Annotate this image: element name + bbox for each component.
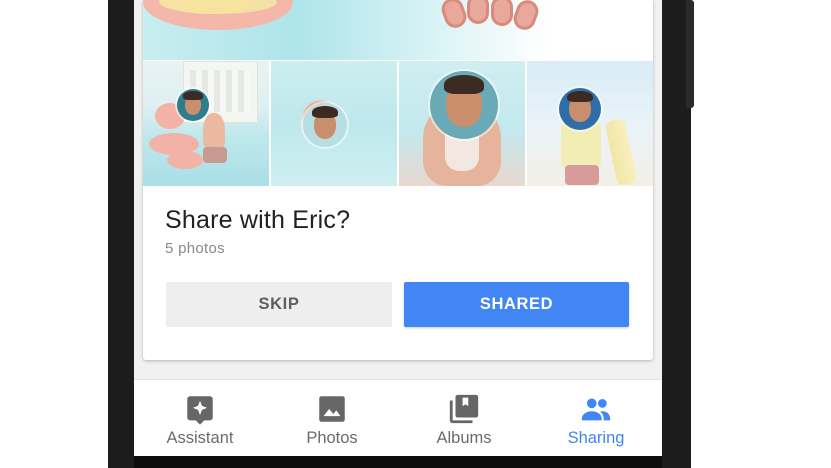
nav-item-sharing[interactable]: Sharing bbox=[530, 380, 662, 457]
sharing-icon bbox=[581, 398, 611, 421]
share-title: Share with Eric? bbox=[165, 206, 351, 234]
skip-button[interactable]: SKIP bbox=[166, 282, 392, 327]
photo-thumbnail[interactable] bbox=[399, 61, 525, 186]
shorts-shape bbox=[565, 165, 599, 185]
albums-icon bbox=[449, 394, 479, 424]
umbrella-shape bbox=[604, 117, 638, 186]
shared-button[interactable]: SHARED bbox=[404, 282, 629, 327]
phone-bottom-bezel bbox=[134, 456, 662, 468]
nav-item-assistant[interactable]: Assistant bbox=[134, 380, 266, 457]
face-highlight-icon bbox=[177, 89, 209, 121]
bottom-navigation: Assistant Photos Albums Sharing bbox=[134, 379, 662, 456]
phone-side-button bbox=[686, 0, 694, 108]
photo-thumbnail[interactable] bbox=[271, 61, 397, 186]
nav-item-photos[interactable]: Photos bbox=[266, 380, 398, 457]
photo-thumbnail[interactable] bbox=[527, 61, 653, 186]
stage: Share with Eric? 5 photos SKIP SHARED As… bbox=[0, 0, 831, 468]
nav-label: Assistant bbox=[166, 429, 234, 447]
shorts-shape bbox=[203, 147, 227, 163]
octopus-float-decoration bbox=[438, 0, 542, 33]
photo-count: 5 photos bbox=[165, 240, 225, 257]
face-highlight-icon bbox=[430, 71, 498, 139]
face-highlight-icon bbox=[559, 88, 601, 130]
person-shape bbox=[203, 113, 225, 151]
nav-item-albums[interactable]: Albums bbox=[398, 380, 530, 457]
photo-thumbnails bbox=[143, 61, 653, 186]
nav-label: Albums bbox=[436, 429, 492, 447]
photos-icon bbox=[319, 396, 345, 422]
assistant-icon bbox=[187, 396, 213, 425]
photo-thumbnail[interactable] bbox=[143, 61, 269, 186]
nav-label: Sharing bbox=[567, 429, 625, 447]
face-highlight-icon bbox=[303, 103, 347, 147]
nav-label: Photos bbox=[306, 429, 358, 447]
hero-photo[interactable] bbox=[143, 0, 653, 60]
